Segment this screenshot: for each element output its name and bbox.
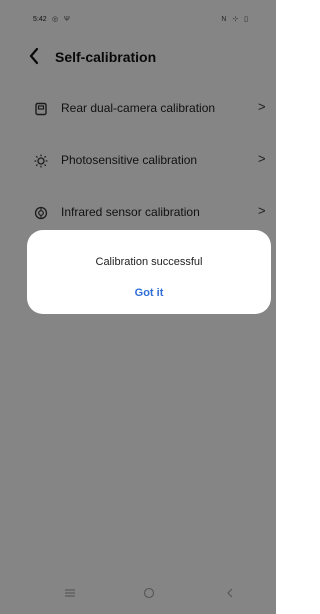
got-it-button[interactable]: Got it (99, 286, 199, 306)
navigation-bar (0, 578, 276, 614)
menu-icon[interactable] (64, 586, 76, 604)
dialog-message: Calibration successful (95, 256, 203, 268)
calibration-result-dialog: Calibration successful Got it (27, 230, 271, 314)
home-icon[interactable] (143, 586, 155, 604)
back-icon[interactable] (224, 586, 236, 604)
screen: 5:42 ◎ Ψ N ⊹ ▯ Self-calibration Rear dua… (0, 0, 276, 614)
